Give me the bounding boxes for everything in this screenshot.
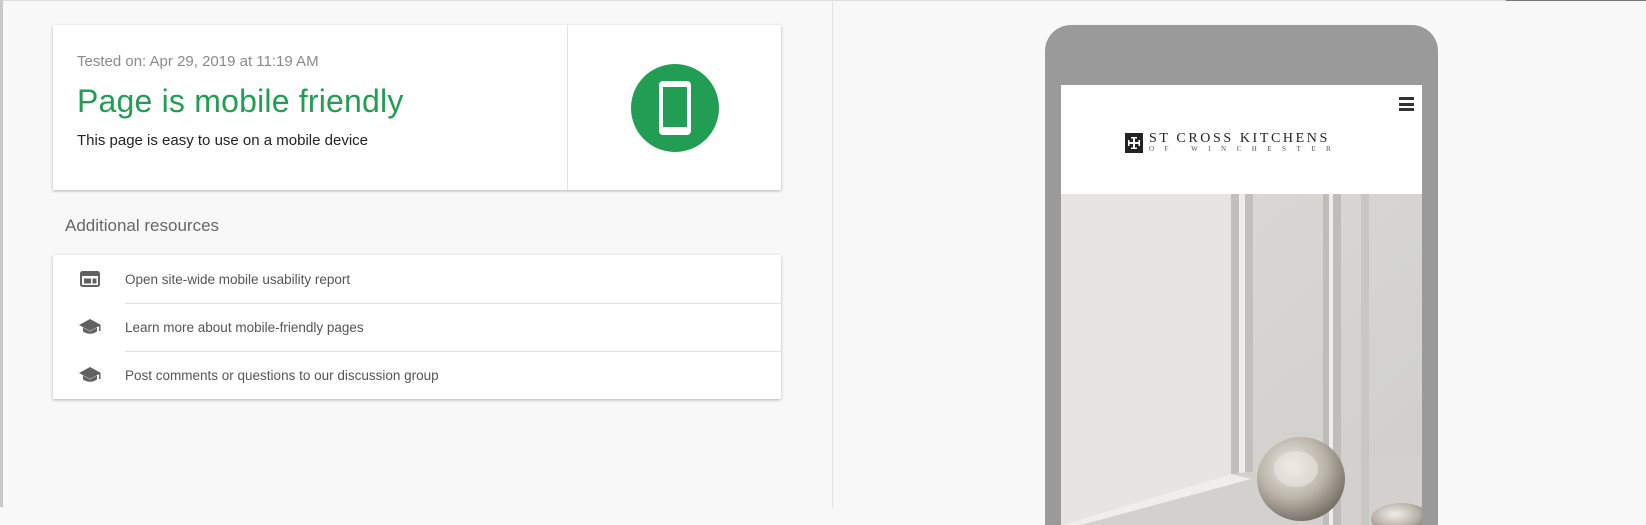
smartphone-icon	[630, 63, 719, 152]
result-headline: Page is mobile friendly	[77, 83, 404, 119]
test-result-card: Tested on: Apr 29, 2019 at 11:19 AM Page…	[53, 25, 781, 190]
result-icon-area	[568, 25, 781, 190]
top-border	[0, 0, 1646, 1]
resource-label: Learn more about mobile-friendly pages	[125, 319, 364, 335]
resources-list: Open site-wide mobile usability report L…	[53, 255, 781, 399]
resource-item-discussion-group[interactable]: Post comments or questions to our discus…	[53, 351, 781, 399]
hamburger-menu-icon[interactable]	[1399, 97, 1414, 111]
mobile-preview-screen[interactable]: ST CROSS KITCHENS OF WINCHESTER	[1061, 85, 1422, 525]
school-cap-icon	[53, 318, 125, 336]
mobile-preview-frame: ST CROSS KITCHENS OF WINCHESTER	[1045, 25, 1438, 525]
resource-item-learn-more[interactable]: Learn more about mobile-friendly pages	[53, 303, 781, 351]
resource-label: Post comments or questions to our discus…	[125, 367, 439, 383]
web-report-icon	[53, 271, 125, 287]
resource-item-usability-report[interactable]: Open site-wide mobile usability report	[53, 255, 781, 303]
additional-resources-title: Additional resources	[65, 216, 220, 235]
site-header: ST CROSS KITCHENS OF WINCHESTER	[1061, 85, 1422, 194]
top-right-mark	[1506, 0, 1646, 1]
site-logo: ST CROSS KITCHENS OF WINCHESTER	[1125, 132, 1341, 154]
panel-divider	[832, 0, 833, 507]
resource-label: Open site-wide mobile usability report	[125, 271, 351, 287]
cross-logo-icon	[1125, 133, 1143, 153]
school-cap-icon	[53, 366, 125, 384]
left-border	[0, 0, 3, 507]
logo-sub-text: OF WINCHESTER	[1149, 145, 1342, 153]
hero-image-cabinet-door	[1061, 194, 1422, 525]
result-text: Tested on: Apr 29, 2019 at 11:19 AM Page…	[53, 25, 568, 190]
tested-on-timestamp: Tested on: Apr 29, 2019 at 11:19 AM	[77, 53, 319, 70]
result-subline: This page is easy to use on a mobile dev…	[77, 132, 368, 149]
logo-main-text: ST CROSS KITCHENS	[1149, 131, 1330, 146]
